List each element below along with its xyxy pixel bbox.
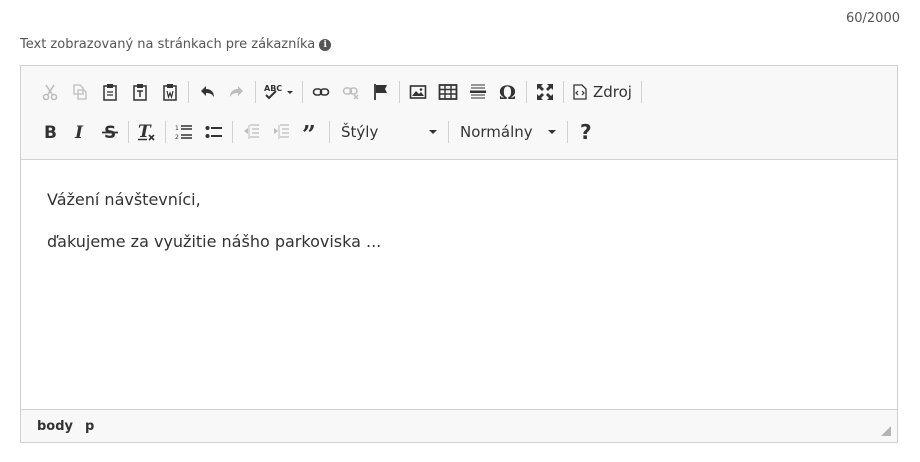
- toolbar-row-2: B I S T 12 ” Štýly Normálny ?: [35, 118, 601, 146]
- numbered-list-icon[interactable]: 12: [169, 118, 199, 146]
- toolbar-separator: [165, 121, 166, 143]
- svg-text:B: B: [44, 123, 57, 141]
- special-character-icon[interactable]: Ω: [493, 78, 523, 106]
- help-icon[interactable]: ?: [571, 118, 601, 146]
- editor-content-area[interactable]: Vážení návštevníci, ďakujeme za využitie…: [21, 160, 897, 410]
- toolbar-separator: [302, 81, 303, 103]
- svg-text:I: I: [74, 123, 84, 141]
- maximize-icon[interactable]: [530, 78, 560, 106]
- svg-text:?: ?: [580, 122, 592, 142]
- copy-icon[interactable]: [65, 78, 95, 106]
- element-path-body[interactable]: body: [37, 419, 73, 434]
- table-icon[interactable]: [433, 78, 463, 106]
- element-path-p[interactable]: p: [85, 419, 94, 434]
- toolbar-separator: [640, 81, 642, 103]
- chevron-down-icon: [429, 130, 437, 134]
- horizontal-line-icon[interactable]: [463, 78, 493, 106]
- remove-format-icon[interactable]: T: [132, 118, 162, 146]
- strikethrough-icon[interactable]: S: [95, 118, 125, 146]
- toolbar-separator: [232, 121, 233, 143]
- toolbar-separator: [526, 81, 527, 103]
- format-dropdown-value: Normálny: [460, 123, 533, 141]
- svg-text:Ω: Ω: [499, 83, 516, 101]
- resize-handle-icon[interactable]: [881, 426, 891, 436]
- toolbar-separator: [128, 121, 129, 143]
- info-icon[interactable]: i: [319, 38, 332, 51]
- editor-toolbar: ABC Ω Zdroj B I S T 1 2 ” Štýly Normálny…: [21, 66, 897, 160]
- toolbar-separator: [563, 81, 564, 103]
- toolbar-row-1: ABC Ω Zdroj: [35, 78, 645, 106]
- svg-text:”: ”: [302, 123, 316, 141]
- toolbar-separator: [567, 121, 568, 143]
- toolbar-separator: [448, 121, 449, 143]
- field-label: Text zobrazovaný na stránkach pre zákazn…: [20, 37, 332, 52]
- redo-icon[interactable]: [222, 78, 252, 106]
- anchor-flag-icon[interactable]: [366, 78, 396, 106]
- spellcheck-icon[interactable]: ABC: [259, 78, 299, 106]
- paste-icon[interactable]: [95, 78, 125, 106]
- source-label: Zdroj: [593, 83, 632, 101]
- link-icon[interactable]: [306, 78, 336, 106]
- source-button[interactable]: Zdroj: [567, 78, 638, 106]
- paste-from-word-icon[interactable]: [155, 78, 185, 106]
- content-paragraph[interactable]: Vážení návštevníci,: [47, 190, 201, 209]
- italic-icon[interactable]: I: [65, 118, 95, 146]
- editor-status-bar: body p: [21, 409, 897, 442]
- blockquote-icon[interactable]: ”: [296, 118, 326, 146]
- toolbar-separator: [329, 121, 330, 143]
- toolbar-separator: [399, 81, 400, 103]
- source-icon: [573, 84, 587, 100]
- image-icon[interactable]: [403, 78, 433, 106]
- svg-text:ABC: ABC: [264, 84, 282, 93]
- unlink-icon[interactable]: [336, 78, 366, 106]
- bulleted-list-icon[interactable]: [199, 118, 229, 146]
- chevron-down-icon: [548, 130, 556, 134]
- content-paragraph[interactable]: ďakujeme za využitie nášho parkoviska ..…: [47, 232, 381, 251]
- format-dropdown[interactable]: Normálny: [452, 118, 564, 146]
- toolbar-separator: [188, 81, 189, 103]
- svg-text:2: 2: [175, 134, 179, 141]
- character-counter: 60/2000: [845, 11, 900, 26]
- styles-dropdown-value: Štýly: [341, 123, 379, 141]
- increase-indent-icon[interactable]: [266, 118, 296, 146]
- bold-icon[interactable]: B: [35, 118, 65, 146]
- undo-icon[interactable]: [192, 78, 222, 106]
- cut-icon[interactable]: [35, 78, 65, 106]
- styles-dropdown[interactable]: Štýly: [333, 118, 445, 146]
- rich-text-editor: ABC Ω Zdroj B I S T 1 2 ” Štýly Normálny…: [20, 65, 898, 443]
- toolbar-separator: [255, 81, 256, 103]
- decrease-indent-icon[interactable]: [236, 118, 266, 146]
- svg-text:1: 1: [175, 125, 179, 132]
- paste-text-icon[interactable]: [125, 78, 155, 106]
- field-label-text: Text zobrazovaný na stránkach pre zákazn…: [20, 37, 316, 52]
